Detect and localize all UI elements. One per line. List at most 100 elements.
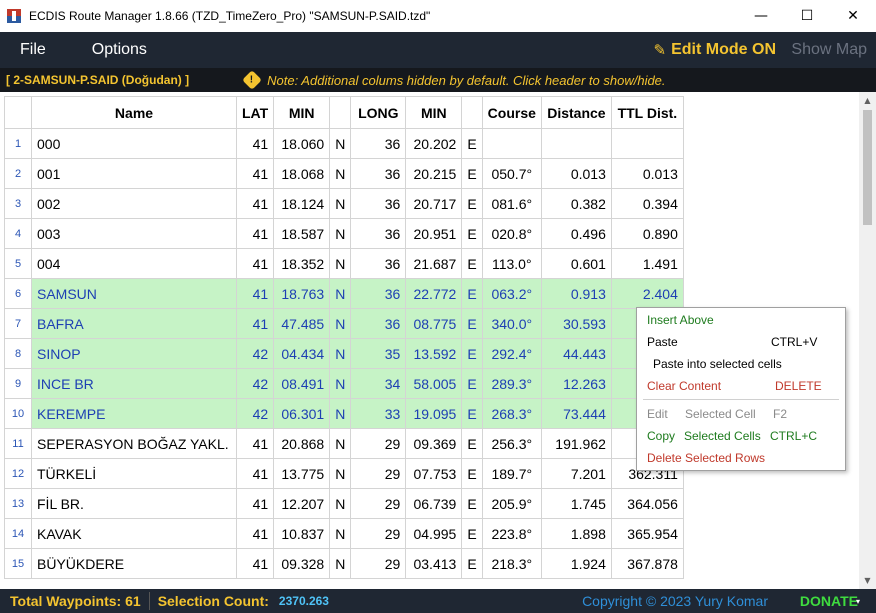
total-distance-cell[interactable]: 1.491 bbox=[610, 248, 684, 279]
distance-header[interactable]: Distance bbox=[540, 96, 612, 129]
lat-min-cell[interactable]: 08.491 bbox=[273, 368, 331, 399]
lon-deg-cell[interactable]: 35 bbox=[350, 338, 407, 369]
course-cell[interactable]: 340.0° bbox=[481, 308, 542, 339]
lon-min-cell[interactable]: 07.753 bbox=[405, 458, 463, 489]
lat-min-cell[interactable]: 12.207 bbox=[273, 488, 331, 519]
table-row[interactable]: 8SINOP4204.434N3513.592E292.4°44.44377 bbox=[4, 338, 684, 369]
scroll-down-icon[interactable]: ▼ bbox=[859, 572, 876, 589]
waypoint-name-cell[interactable]: KEREMPE bbox=[31, 398, 237, 429]
edit-mode-toggle[interactable]: ✎ Edit Mode ON bbox=[654, 32, 776, 68]
menu-paste[interactable]: Paste bbox=[647, 335, 678, 349]
table-row[interactable]: 12 TÜRKELİ 41 13.775 N 29 07.753 E 189.7° 7.201 36… bbox=[4, 458, 684, 489]
row-number-cell[interactable]: 15 bbox=[4, 548, 32, 579]
lat-deg-cell[interactable]: 41 bbox=[235, 458, 275, 489]
lon-deg-cell[interactable]: 29 bbox=[350, 458, 407, 489]
lon-deg-cell[interactable]: 36 bbox=[350, 218, 407, 249]
lat-deg-cell[interactable]: 41 bbox=[235, 548, 275, 579]
total-distance-cell[interactable]: 0.394 bbox=[610, 188, 684, 219]
lat-min-cell[interactable]: 20.868 bbox=[273, 428, 331, 459]
waypoint-name-cell[interactable]: FİL BR. bbox=[31, 488, 237, 519]
lat-min-cell[interactable]: 47.485 bbox=[273, 308, 331, 339]
lon-hemisphere-cell[interactable]: E bbox=[461, 518, 483, 549]
lon-deg-cell[interactable]: 36 bbox=[350, 188, 407, 219]
lat-hemisphere-cell[interactable]: N bbox=[329, 518, 352, 549]
lat-hemisphere-cell[interactable]: N bbox=[329, 488, 352, 519]
lat-deg-cell[interactable]: 41 bbox=[235, 128, 275, 159]
row-number-cell[interactable]: 2 bbox=[4, 158, 32, 189]
ttl-dist-header[interactable]: TTL Dist. bbox=[610, 96, 684, 129]
distance-cell[interactable] bbox=[540, 128, 612, 159]
waypoint-name-cell[interactable]: 001 bbox=[31, 158, 237, 189]
lat-deg-cell[interactable]: 41 bbox=[235, 278, 275, 309]
waypoint-name-cell[interactable]: TÜRKELİ bbox=[31, 458, 237, 489]
lon-hemisphere-cell[interactable]: E bbox=[461, 458, 483, 489]
lon-min-cell[interactable]: 20.951 bbox=[405, 218, 463, 249]
waypoint-name-cell[interactable]: SEPERASYON BOĞAZ YAKL. bbox=[31, 428, 237, 459]
lat-min-cell[interactable]: 18.060 bbox=[273, 128, 331, 159]
row-number-cell[interactable]: 12 bbox=[4, 458, 32, 489]
scroll-up-icon[interactable]: ▲ bbox=[859, 92, 876, 109]
lat-hemisphere-cell[interactable]: N bbox=[329, 188, 352, 219]
lon-min-cell[interactable]: 04.995 bbox=[405, 518, 463, 549]
lon-hemisphere-cell[interactable]: E bbox=[461, 338, 483, 369]
show-map-button[interactable]: Show Map bbox=[791, 32, 867, 68]
ns-header[interactable] bbox=[329, 96, 352, 129]
lon-min-cell[interactable]: 22.772 bbox=[405, 278, 463, 309]
lon-hemisphere-cell[interactable]: E bbox=[461, 248, 483, 279]
lon-min-cell[interactable]: 20.202 bbox=[405, 128, 463, 159]
table-row[interactable]: 1 000 41 18.060 N 36 20.202 E bbox=[4, 128, 684, 159]
course-cell[interactable]: 063.2° bbox=[481, 278, 542, 309]
course-cell[interactable]: 113.0° bbox=[481, 248, 542, 279]
waypoint-name-cell[interactable]: SAMSUN bbox=[31, 278, 237, 309]
table-row[interactable]: 4 003 41 18.587 N 36 20.951 E 020.8° 0.496 0.890 bbox=[4, 218, 684, 249]
course-cell[interactable]: 268.3° bbox=[481, 398, 542, 429]
lon-deg-cell[interactable]: 36 bbox=[350, 158, 407, 189]
waypoint-name-cell[interactable]: 003 bbox=[31, 218, 237, 249]
lat-min-cell[interactable]: 18.763 bbox=[273, 278, 331, 309]
menu-insert-above[interactable]: Insert Above bbox=[647, 313, 714, 327]
lat-hemisphere-cell[interactable]: N bbox=[329, 398, 352, 429]
course-cell[interactable]: 289.3° bbox=[481, 368, 542, 399]
menu-clear-content[interactable]: Clear Content bbox=[647, 379, 721, 393]
distance-cell[interactable]: 1.745 bbox=[540, 488, 612, 519]
course-cell[interactable]: 218.3° bbox=[481, 548, 542, 579]
lon-min-cell[interactable]: 20.717 bbox=[405, 188, 463, 219]
distance-cell[interactable]: 30.593 bbox=[540, 308, 612, 339]
lon-hemisphere-cell[interactable]: E bbox=[461, 188, 483, 219]
lon-deg-cell[interactable]: 33 bbox=[350, 398, 407, 429]
total-distance-cell[interactable]: 0.890 bbox=[610, 218, 684, 249]
lon-deg-cell[interactable]: 29 bbox=[350, 518, 407, 549]
menu-edit[interactable]: Edit bbox=[647, 407, 668, 421]
lat-deg-cell[interactable]: 41 bbox=[235, 428, 275, 459]
lat-hemisphere-cell[interactable]: N bbox=[329, 218, 352, 249]
table-row[interactable]: 10KEREMPE4206.301N3319.095E268.3°73.4441… bbox=[4, 398, 684, 429]
row-number-cell[interactable]: 5 bbox=[4, 248, 32, 279]
lon-min-cell[interactable]: 20.215 bbox=[405, 158, 463, 189]
row-number-cell[interactable]: 13 bbox=[4, 488, 32, 519]
table-row[interactable]: 11 SEPERASYON BOĞAZ YAKL. 41 20.868 N 29 09.36… bbox=[4, 428, 684, 459]
menu-file[interactable]: File bbox=[0, 41, 66, 59]
course-cell[interactable]: 189.7° bbox=[481, 458, 542, 489]
lon-deg-cell[interactable]: 34 bbox=[350, 368, 407, 399]
lat-deg-cell[interactable]: 41 bbox=[235, 248, 275, 279]
lon-hemisphere-cell[interactable]: E bbox=[461, 128, 483, 159]
lat-hemisphere-cell[interactable]: N bbox=[329, 548, 352, 579]
row-number-cell[interactable]: 7 bbox=[4, 308, 32, 339]
waypoint-name-cell[interactable]: INCE BR bbox=[31, 368, 237, 399]
distance-cell[interactable]: 0.382 bbox=[540, 188, 612, 219]
lat-hemisphere-cell[interactable]: N bbox=[329, 458, 352, 489]
lat-deg-cell[interactable]: 41 bbox=[235, 308, 275, 339]
distance-cell[interactable]: 191.962 bbox=[540, 428, 612, 459]
lon-deg-cell[interactable]: 36 bbox=[350, 248, 407, 279]
total-distance-cell[interactable]: 0.013 bbox=[610, 158, 684, 189]
waypoint-name-cell[interactable]: 000 bbox=[31, 128, 237, 159]
table-row[interactable]: 9INCE BR4208.491N3458.005E289.3°12.26389 bbox=[4, 368, 684, 399]
course-cell[interactable]: 050.7° bbox=[481, 158, 542, 189]
lon-deg-cell[interactable]: 29 bbox=[350, 488, 407, 519]
lat-min-cell[interactable]: 10.837 bbox=[273, 518, 331, 549]
course-cell[interactable]: 292.4° bbox=[481, 338, 542, 369]
lon-hemisphere-cell[interactable]: E bbox=[461, 368, 483, 399]
lon-min-cell[interactable]: 21.687 bbox=[405, 248, 463, 279]
table-row[interactable]: 7BAFRA4147.485N3608.775E340.0°30.59332 bbox=[4, 308, 684, 339]
long-header[interactable]: LONG bbox=[350, 96, 407, 129]
